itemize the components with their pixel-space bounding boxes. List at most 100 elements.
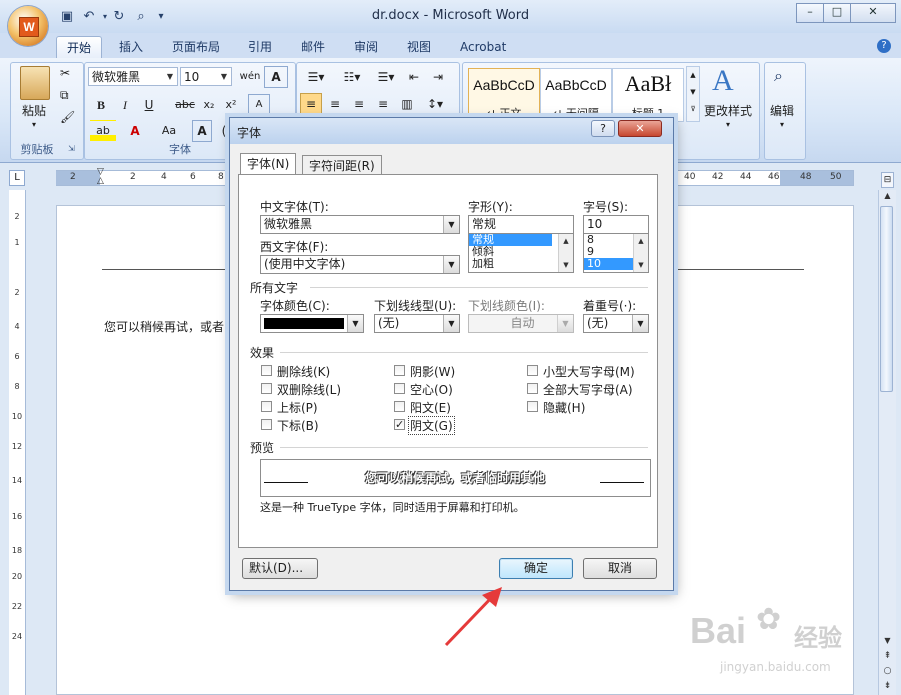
shadow-checkbox[interactable]	[394, 365, 405, 376]
close-button[interactable]: ✕	[850, 3, 896, 23]
change-styles-button[interactable]: 更改样式	[704, 102, 752, 119]
grow-font-icon[interactable]: wén	[238, 66, 262, 88]
find-icon[interactable]: ⌕	[774, 66, 783, 86]
paste-dropdown-icon[interactable]: ▾	[32, 120, 36, 129]
outline-label[interactable]: 空心(O)	[410, 381, 453, 398]
emboss-label[interactable]: 阳文(E)	[410, 399, 451, 416]
shadow-label[interactable]: 阴影(W)	[410, 363, 455, 380]
size-list-scrollbar[interactable]: ▲ ▼	[633, 234, 648, 272]
distributed-icon[interactable]: ▥	[396, 93, 418, 115]
style-heading-1[interactable]: AaBł 标题 1	[612, 68, 684, 122]
editing-button[interactable]: 编辑	[770, 102, 794, 119]
subscript-checkbox[interactable]	[261, 419, 272, 430]
dialog-help-button[interactable]: ?	[591, 120, 615, 137]
font-size-combo[interactable]: 10 ▼	[180, 67, 232, 86]
char-border-icon[interactable]: A	[264, 66, 288, 88]
tab-selector-icon[interactable]: L	[9, 170, 25, 186]
underline-style-combo[interactable]: (无) ▼	[374, 314, 460, 333]
engrave-label[interactable]: 阴文(G)	[408, 416, 455, 435]
style-no-spacing[interactable]: AaBbCcD ↵ 无间隔	[540, 68, 612, 122]
justify-icon[interactable]: ≡	[372, 93, 394, 115]
maximize-button[interactable]: □	[823, 3, 851, 23]
browse-object-icon[interactable]: ○	[881, 666, 894, 678]
strikethrough-icon[interactable]: abc	[172, 94, 198, 116]
format-painter-icon[interactable]: 🖌	[60, 110, 75, 124]
engrave-checkbox[interactable]: ✓	[394, 419, 405, 430]
emboss-checkbox[interactable]	[394, 401, 405, 412]
tab-font[interactable]: 字体(N)	[240, 153, 297, 175]
west-font-combo[interactable]: (使用中文字体) ▼	[260, 255, 460, 274]
size-input[interactable]: 10	[583, 215, 649, 234]
prev-page-icon[interactable]: ⇞	[881, 651, 894, 663]
align-left-icon[interactable]: ≡	[300, 93, 322, 115]
size-list[interactable]: 8 9 10 ▲ ▼	[583, 233, 649, 273]
style-list-scrollbar[interactable]: ▲ ▼	[558, 234, 573, 272]
small-caps-label[interactable]: 小型大写字母(M)	[543, 363, 635, 380]
bold-icon[interactable]: B	[90, 94, 112, 116]
clipboard-launcher-icon[interactable]: ⇲	[68, 144, 75, 153]
align-right-icon[interactable]: ≡	[348, 93, 370, 115]
clear-format-icon[interactable]: A	[248, 94, 270, 116]
tab-review[interactable]: 审阅	[344, 36, 388, 58]
bullets-icon[interactable]: ☰▾	[300, 66, 332, 88]
view-ruler-icon[interactable]: ⊟	[881, 172, 894, 188]
indent-marker-icon[interactable]: ▽ △	[97, 168, 107, 186]
scroll-down-icon[interactable]: ▼	[881, 636, 894, 648]
superscript-checkbox[interactable]	[261, 401, 272, 412]
styles-scroll-icon[interactable]: ▲ ▼ ⊽	[686, 66, 700, 122]
double-strikethrough-label[interactable]: 双删除线(L)	[277, 381, 341, 398]
minimize-button[interactable]: –	[796, 3, 824, 23]
font-name-combo[interactable]: 微软雅黑 ▼	[88, 67, 178, 86]
tab-page-layout[interactable]: 页面布局	[162, 36, 230, 58]
strikethrough-checkbox[interactable]	[261, 365, 272, 376]
style-list[interactable]: 常规 倾斜 加粗 ▲ ▼	[468, 233, 574, 273]
emphasis-combo[interactable]: (无) ▼	[583, 314, 649, 333]
all-caps-label[interactable]: 全部大写字母(A)	[543, 381, 633, 398]
tab-insert[interactable]: 插入	[109, 36, 153, 58]
numbering-icon[interactable]: ☷▾	[336, 66, 368, 88]
italic-icon[interactable]: I	[114, 94, 136, 116]
cn-font-combo[interactable]: 微软雅黑 ▼	[260, 215, 460, 234]
tab-home[interactable]: 开始	[56, 36, 103, 59]
document-text[interactable]: 您可以稍候再试，或者	[104, 318, 224, 335]
tab-references[interactable]: 引用	[238, 36, 282, 58]
change-styles-icon[interactable]: A	[712, 64, 734, 98]
tab-acrobat[interactable]: Acrobat	[450, 36, 516, 58]
paste-icon[interactable]	[20, 66, 50, 100]
hidden-checkbox[interactable]	[527, 401, 538, 412]
hidden-label[interactable]: 隐藏(H)	[543, 399, 585, 416]
decrease-indent-icon[interactable]: ⇤	[404, 66, 424, 88]
ok-button[interactable]: 确定	[499, 558, 573, 579]
change-styles-dropdown-icon[interactable]: ▾	[726, 120, 730, 129]
cancel-button[interactable]: 取消	[583, 558, 657, 579]
tab-character-spacing[interactable]: 字符间距(R)	[302, 155, 382, 175]
double-strikethrough-checkbox[interactable]	[261, 383, 272, 394]
line-spacing-icon[interactable]: ↕▾	[420, 93, 450, 115]
copy-icon[interactable]: ⧉	[60, 88, 69, 103]
superscript-icon[interactable]: x²	[220, 94, 242, 116]
dialog-close-button[interactable]: ✕	[618, 120, 662, 137]
tab-view[interactable]: 视图	[397, 36, 441, 58]
highlight-icon[interactable]: ab	[90, 120, 116, 142]
all-caps-checkbox[interactable]	[527, 383, 538, 394]
office-button[interactable]: W	[8, 6, 48, 46]
subscript-icon[interactable]: x₂	[198, 94, 220, 116]
underline-color-combo[interactable]: 自动 ▼	[468, 314, 574, 333]
multilevel-list-icon[interactable]: ☰▾	[370, 66, 402, 88]
set-default-button[interactable]: 默认(D)...	[242, 558, 318, 579]
help-icon[interactable]: ?	[877, 39, 891, 53]
paste-button[interactable]: 粘贴	[22, 102, 46, 119]
increase-indent-icon[interactable]: ⇥	[428, 66, 448, 88]
underline-icon[interactable]: U	[138, 94, 160, 116]
small-caps-checkbox[interactable]	[527, 365, 538, 376]
change-case-icon[interactable]: Aa	[156, 120, 182, 142]
superscript-label[interactable]: 上标(P)	[277, 399, 318, 416]
style-normal[interactable]: AaBbCcD ↵ 正文	[468, 68, 540, 122]
font-color-combo[interactable]: ▼	[260, 314, 364, 333]
outline-checkbox[interactable]	[394, 383, 405, 394]
scroll-thumb[interactable]	[880, 206, 893, 392]
strikethrough-label[interactable]: 删除线(K)	[277, 363, 330, 380]
next-page-icon[interactable]: ⇟	[881, 681, 894, 693]
char-shading-icon[interactable]: A	[192, 120, 212, 142]
editing-dropdown-icon[interactable]: ▾	[780, 120, 784, 129]
